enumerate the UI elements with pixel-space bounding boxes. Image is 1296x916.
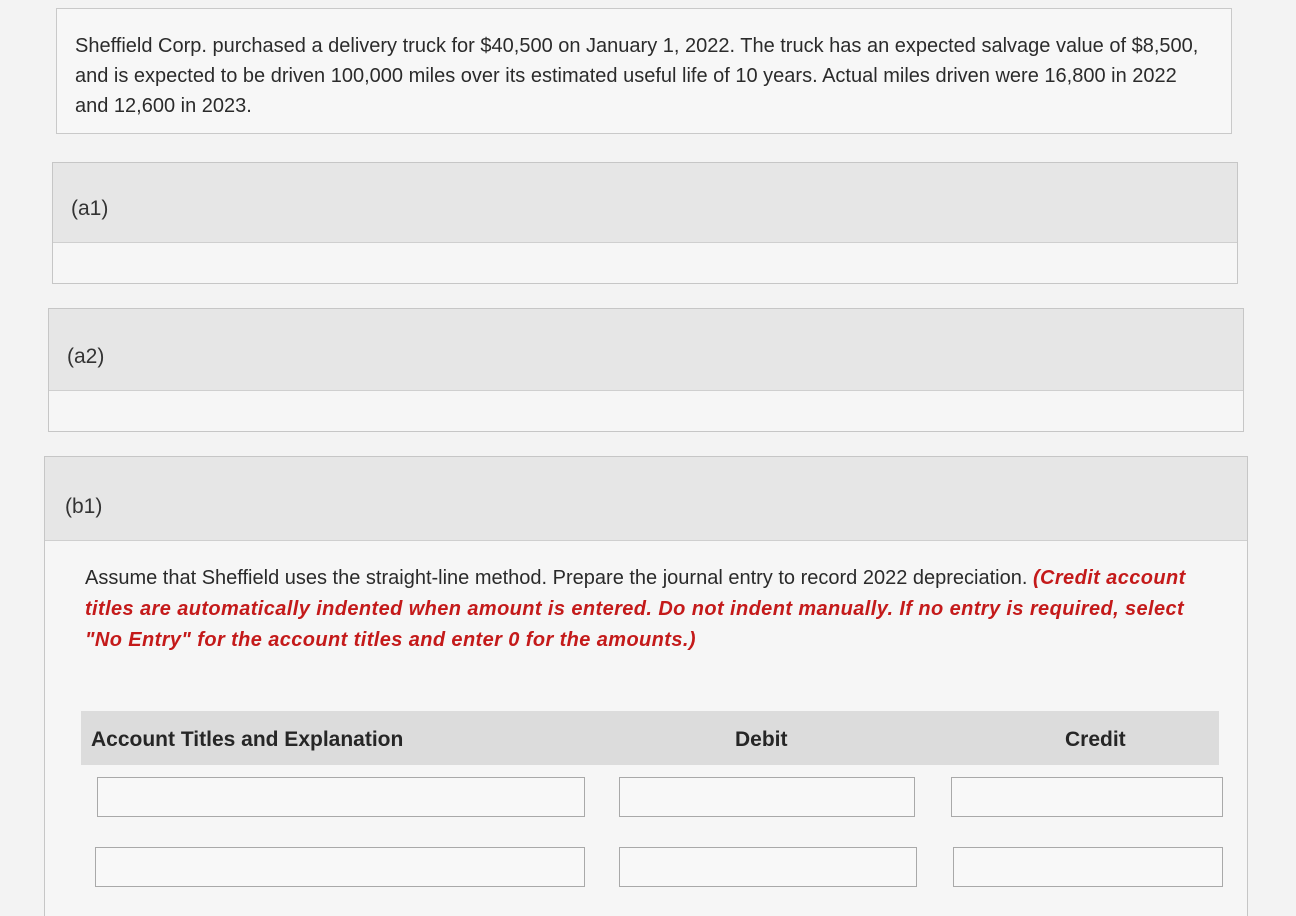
part-b1-header[interactable]: (b1) bbox=[45, 457, 1247, 541]
debit-input-row-2[interactable] bbox=[619, 847, 917, 887]
credit-input-row-2[interactable] bbox=[953, 847, 1223, 887]
debit-input-row-1[interactable] bbox=[619, 777, 915, 817]
problem-statement: Sheffield Corp. purchased a delivery tru… bbox=[56, 8, 1232, 134]
part-a1-header[interactable]: (a1) bbox=[53, 163, 1237, 243]
column-header-debit: Debit bbox=[735, 728, 788, 751]
credit-input-row-1[interactable] bbox=[951, 777, 1223, 817]
part-b1-label: (b1) bbox=[65, 495, 103, 518]
problem-text: Sheffield Corp. purchased a delivery tru… bbox=[75, 35, 1199, 117]
part-a2-header[interactable]: (a2) bbox=[49, 309, 1243, 391]
part-a1-label: (a1) bbox=[71, 197, 109, 220]
part-b1-section: (b1) Assume that Sheffield uses the stra… bbox=[44, 456, 1248, 916]
part-a2-label: (a2) bbox=[67, 345, 105, 368]
part-a1-section: (a1) bbox=[52, 162, 1238, 284]
part-b1-instructions: Assume that Sheffield uses the straight-… bbox=[85, 563, 1195, 656]
journal-table-header: Account Titles and Explanation Debit Cre… bbox=[81, 711, 1219, 765]
instruction-text: Assume that Sheffield uses the straight-… bbox=[85, 567, 1028, 589]
account-title-input-row-1[interactable] bbox=[97, 777, 585, 817]
account-title-input-row-2[interactable] bbox=[95, 847, 585, 887]
column-header-credit: Credit bbox=[1065, 728, 1126, 751]
part-a2-section: (a2) bbox=[48, 308, 1244, 432]
column-header-account: Account Titles and Explanation bbox=[91, 728, 404, 751]
